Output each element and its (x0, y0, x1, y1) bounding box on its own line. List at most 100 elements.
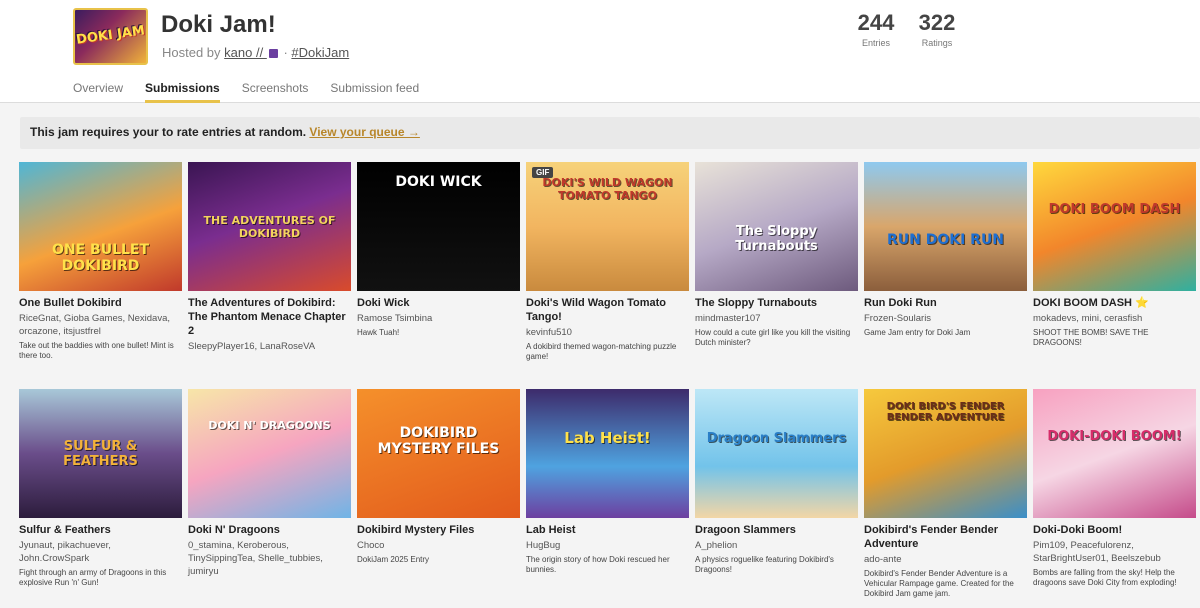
game-title[interactable]: Dokibird Mystery Files (357, 523, 520, 537)
game-authors[interactable]: HugBug (526, 539, 689, 552)
game-card[interactable]: DOKI-DOKI BOOM! Doki-Doki Boom! Pim109, Pe… (1033, 389, 1196, 588)
game-title[interactable]: Dokibird's Fender Bender Adventure (864, 523, 1027, 551)
game-title[interactable]: Lab Heist (526, 523, 689, 537)
game-card[interactable]: Dragoon Slammers Dragoon Slammers A_phelio… (695, 389, 858, 575)
game-title[interactable]: The Sloppy Turnabouts (695, 296, 858, 310)
game-authors[interactable]: Pim109, Peacefulorenz, StarBrightUser01,… (1033, 539, 1196, 565)
hosted-label: Hosted by (162, 45, 221, 60)
game-card[interactable]: DOKI WICK Doki Wick Ramose Tsimbina Hawk Tu… (357, 162, 520, 338)
game-card[interactable]: DOKI BIRD'S FENDER BENDER ADVENTURE Dokib… (864, 389, 1027, 599)
game-description: SHOOT THE BOMB! SAVE THE DRAGOONS! (1033, 328, 1149, 347)
game-description: Take out the baddies with one bullet! Mi… (19, 341, 174, 360)
game-authors[interactable]: ado-ante (864, 553, 1027, 566)
game-cover-image[interactable]: THE ADVENTURES OF DOKIBIRD (188, 162, 351, 291)
jam-logo[interactable]: DOKI JAM (73, 8, 148, 65)
game-description: DokiJam 2025 Entry (357, 555, 430, 564)
entries-count: 244 (857, 10, 895, 35)
tab-submissions[interactable]: Submissions (145, 81, 220, 103)
game-description: Fight through an army of Dragoons in thi… (19, 568, 167, 587)
game-title[interactable]: Dragoon Slammers (695, 523, 858, 537)
game-card[interactable]: THE ADVENTURES OF DOKIBIRD The Adventures… (188, 162, 351, 353)
game-title[interactable]: Doki N' Dragoons (188, 523, 351, 537)
gif-badge: GIF (532, 167, 554, 178)
game-authors[interactable]: 0_stamina, Keroberous, TinySippingTea, S… (188, 539, 351, 578)
game-cover-text: DOKI'S WILD WAGON TOMATO TANGO (542, 176, 673, 202)
game-description: A dokibird themed wagon-matching puzzle … (526, 342, 677, 361)
game-authors[interactable]: Ramose Tsimbina (357, 312, 520, 325)
game-authors[interactable]: Frozen-Soularis (864, 312, 1027, 325)
game-title[interactable]: Doki's Wild Wagon Tomato Tango! (526, 296, 689, 324)
game-cover-text: DOKI BOOM DASH (1048, 202, 1181, 217)
game-cover-image[interactable]: DOKI'S WILD WAGON TOMATO TANGO GIF (526, 162, 689, 291)
game-cover-image[interactable]: DOKI WICK (357, 162, 520, 291)
game-card[interactable]: DOKI BOOM DASH DOKI BOOM DASH ⭐ mokadevs, … (1033, 162, 1196, 348)
page-title: Doki Jam! (161, 11, 276, 38)
game-card[interactable]: ONE BULLET DOKIBIRD One Bullet Dokibird Ri… (19, 162, 182, 361)
game-cover-image[interactable]: DOKI BOOM DASH (1033, 162, 1196, 291)
game-cover-text: THE ADVENTURES OF DOKIBIRD (203, 214, 336, 240)
game-card[interactable]: The Sloppy Turnabouts The Sloppy Turnabou… (695, 162, 858, 348)
game-card[interactable]: Lab Heist! Lab Heist HugBug The origin stor… (526, 389, 689, 575)
game-description: Dokibird's Fender Bender Adventure is a … (864, 569, 1014, 598)
game-card[interactable]: RUN DOKI RUN Run Doki Run Frozen-Soularis G… (864, 162, 1027, 338)
game-title[interactable]: Sulfur & Feathers (19, 523, 182, 537)
game-title[interactable]: Doki-Doki Boom! (1033, 523, 1196, 537)
tab-screenshots[interactable]: Screenshots (242, 81, 309, 103)
game-description: A physics roguelike featuring Dokibird's… (695, 555, 834, 574)
game-card[interactable]: DOKIBIRD MYSTERY FILES Dokibird Mystery F… (357, 389, 520, 565)
rating-notice: This jam requires your to rate entries a… (20, 117, 1200, 149)
game-title[interactable]: Run Doki Run (864, 296, 1027, 310)
game-title[interactable]: The Adventures of Dokibird: The Phantom … (188, 296, 351, 338)
game-card[interactable]: DOKI N' DRAGOONS Doki N' Dragoons 0_stamin… (188, 389, 351, 578)
game-cover-text: DOKIBIRD MYSTERY FILES (377, 425, 500, 457)
tab-overview[interactable]: Overview (73, 81, 123, 103)
game-cover-text: DOKI BIRD'S FENDER BENDER ADVENTURE (886, 401, 1005, 423)
game-description: Game Jam entry for Doki Jam (864, 328, 971, 337)
game-card[interactable]: DOKI'S WILD WAGON TOMATO TANGO GIF Doki's … (526, 162, 689, 362)
host-link[interactable]: kano // (224, 45, 267, 60)
game-title[interactable]: DOKI BOOM DASH ⭐ (1033, 296, 1196, 310)
game-card[interactable]: SULFUR & FEATHERS Sulfur & Feathers Jyunau… (19, 389, 182, 588)
game-title[interactable]: One Bullet Dokibird (19, 296, 182, 310)
game-authors[interactable]: mindmaster107 (695, 312, 858, 325)
game-cover-text: DOKI N' DRAGOONS (208, 419, 331, 432)
game-description: Hawk Tuah! (357, 328, 400, 337)
jam-tabs: Overview Submissions Screenshots Submiss… (73, 81, 441, 103)
game-description: The origin story of how Doki rescued her… (526, 555, 670, 574)
entries-stat[interactable]: 244 Entries (846, 10, 906, 48)
game-cover-image[interactable]: Dragoon Slammers (695, 389, 858, 518)
game-cover-image[interactable]: DOKIBIRD MYSTERY FILES (357, 389, 520, 518)
floppy-disk-icon (268, 49, 278, 58)
game-authors[interactable]: mokadevs, mini, cerasfish (1033, 312, 1196, 325)
game-cover-image[interactable]: DOKI N' DRAGOONS (188, 389, 351, 518)
game-authors[interactable]: SleepyPlayer16, LanaRoseVA (188, 340, 351, 353)
tab-submission-feed[interactable]: Submission feed (330, 81, 419, 103)
game-cover-text: ONE BULLET DOKIBIRD (51, 242, 150, 274)
game-cover-text: RUN DOKI RUN (886, 232, 1005, 248)
ratings-label: Ratings (921, 38, 953, 48)
ratings-count: 322 (918, 10, 956, 35)
game-cover-image[interactable]: Lab Heist! (526, 389, 689, 518)
ratings-stat[interactable]: 322 Ratings (907, 10, 967, 48)
game-authors[interactable]: A_phelion (695, 539, 858, 552)
game-cover-image[interactable]: DOKI BIRD'S FENDER BENDER ADVENTURE (864, 389, 1027, 518)
game-cover-image[interactable]: DOKI-DOKI BOOM! (1033, 389, 1196, 518)
view-queue-link[interactable]: View your queue → (309, 125, 419, 139)
hosted-by: Hosted by kano // · #DokiJam (162, 45, 349, 60)
game-cover-image[interactable]: SULFUR & FEATHERS (19, 389, 182, 518)
game-description: Bombs are falling from the sky! Help the… (1033, 568, 1177, 587)
game-cover-image[interactable]: RUN DOKI RUN (864, 162, 1027, 291)
hashtag-link[interactable]: #DokiJam (291, 45, 349, 60)
game-authors[interactable]: kevinfu510 (526, 326, 689, 339)
game-authors[interactable]: Jyunaut, pikachuever, John.CrowSpark (19, 539, 182, 565)
game-description: How could a cute girl like you kill the … (695, 328, 851, 347)
entries-label: Entries (861, 38, 890, 48)
game-cover-text: DOKI WICK (395, 174, 482, 190)
notice-text: This jam requires your to rate entries a… (30, 125, 307, 139)
game-authors[interactable]: RiceGnat, Gioba Games, Nexidava, orcazon… (19, 312, 182, 338)
game-cover-image[interactable]: ONE BULLET DOKIBIRD (19, 162, 182, 291)
game-cover-image[interactable]: The Sloppy Turnabouts (695, 162, 858, 291)
game-title[interactable]: Doki Wick (357, 296, 520, 310)
jam-header: DOKI JAM Doki Jam! Hosted by kano // · #… (0, 0, 1200, 103)
game-authors[interactable]: Choco (357, 539, 520, 552)
